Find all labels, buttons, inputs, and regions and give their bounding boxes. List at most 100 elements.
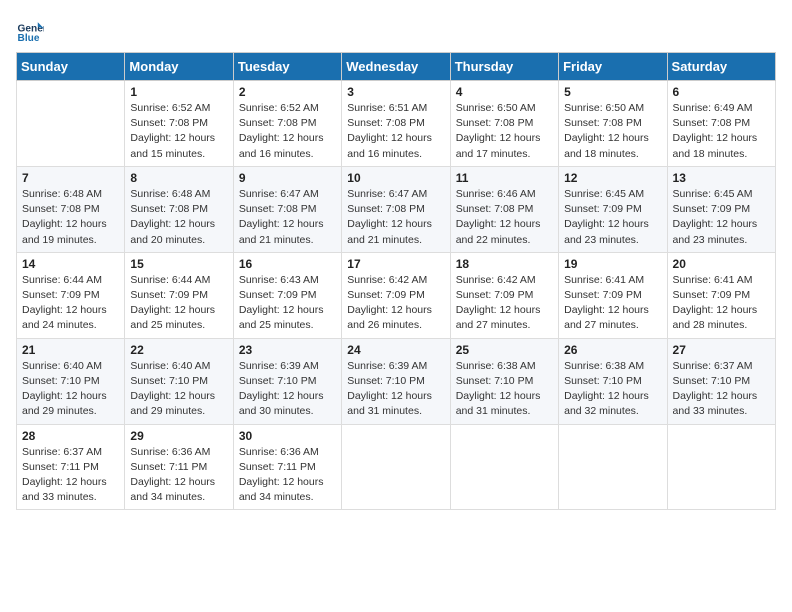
logo: General Blue [16, 16, 48, 44]
day-number: 30 [239, 429, 336, 443]
logo-icon: General Blue [16, 16, 44, 44]
day-number: 24 [347, 343, 444, 357]
calendar-cell [667, 424, 775, 510]
calendar-cell: 14 Sunrise: 6:44 AM Sunset: 7:09 PM Dayli… [17, 252, 125, 338]
days-header-row: SundayMondayTuesdayWednesdayThursdayFrid… [17, 53, 776, 81]
calendar-cell: 10 Sunrise: 6:47 AM Sunset: 7:08 PM Dayli… [342, 166, 450, 252]
calendar-table: SundayMondayTuesdayWednesdayThursdayFrid… [16, 52, 776, 510]
calendar-cell: 27 Sunrise: 6:37 AM Sunset: 7:10 PM Dayli… [667, 338, 775, 424]
day-info: Sunrise: 6:43 AM Sunset: 7:09 PM Dayligh… [239, 273, 336, 334]
week-row-1: 1 Sunrise: 6:52 AM Sunset: 7:08 PM Daylig… [17, 81, 776, 167]
calendar-cell: 1Sunrise: 6:52 AM Sunset: 7:08 PM Daylig… [125, 81, 233, 167]
day-number: 3 [347, 85, 444, 99]
day-header-thursday: Thursday [450, 53, 558, 81]
day-number: 2 [239, 85, 336, 99]
day-number: 16 [239, 257, 336, 271]
day-number: 9 [239, 171, 336, 185]
calendar-cell: 30 Sunrise: 6:36 AM Sunset: 7:11 PM Dayli… [233, 424, 341, 510]
calendar-cell: 17 Sunrise: 6:42 AM Sunset: 7:09 PM Dayli… [342, 252, 450, 338]
day-header-tuesday: Tuesday [233, 53, 341, 81]
day-info: Sunrise: 6:46 AM Sunset: 7:08 PM Dayligh… [456, 187, 553, 248]
calendar-cell: 12 Sunrise: 6:45 AM Sunset: 7:09 PM Dayli… [559, 166, 667, 252]
calendar-cell: 21 Sunrise: 6:40 AM Sunset: 7:10 PM Dayli… [17, 338, 125, 424]
day-info: Sunrise: 6:37 AM Sunset: 7:11 PM Dayligh… [22, 445, 119, 506]
day-info: Sunrise: 6:51 AM Sunset: 7:08 PM Dayligh… [347, 101, 444, 162]
day-info: Sunrise: 6:40 AM Sunset: 7:10 PM Dayligh… [22, 359, 119, 420]
calendar-cell: 19 Sunrise: 6:41 AM Sunset: 7:09 PM Dayli… [559, 252, 667, 338]
day-number: 14 [22, 257, 119, 271]
week-row-2: 7 Sunrise: 6:48 AM Sunset: 7:08 PM Daylig… [17, 166, 776, 252]
calendar-cell [17, 81, 125, 167]
day-header-sunday: Sunday [17, 53, 125, 81]
day-number: 27 [673, 343, 770, 357]
day-info: Sunrise: 6:44 AM Sunset: 7:09 PM Dayligh… [130, 273, 227, 334]
day-info: Sunrise: 6:41 AM Sunset: 7:09 PM Dayligh… [673, 273, 770, 334]
day-number: 15 [130, 257, 227, 271]
calendar-cell: 25Sunrise: 6:38 AM Sunset: 7:10 PM Dayli… [450, 338, 558, 424]
day-info: Sunrise: 6:50 AM Sunset: 7:08 PM Dayligh… [456, 101, 553, 162]
calendar-cell: 18Sunrise: 6:42 AM Sunset: 7:09 PM Dayli… [450, 252, 558, 338]
day-info: Sunrise: 6:38 AM Sunset: 7:10 PM Dayligh… [564, 359, 661, 420]
calendar-cell: 2 Sunrise: 6:52 AM Sunset: 7:08 PM Daylig… [233, 81, 341, 167]
calendar-cell: 9 Sunrise: 6:47 AM Sunset: 7:08 PM Daylig… [233, 166, 341, 252]
day-info: Sunrise: 6:44 AM Sunset: 7:09 PM Dayligh… [22, 273, 119, 334]
day-number: 17 [347, 257, 444, 271]
calendar-cell: 7 Sunrise: 6:48 AM Sunset: 7:08 PM Daylig… [17, 166, 125, 252]
day-info: Sunrise: 6:48 AM Sunset: 7:08 PM Dayligh… [22, 187, 119, 248]
day-info: Sunrise: 6:50 AM Sunset: 7:08 PM Dayligh… [564, 101, 661, 162]
calendar-header: SundayMondayTuesdayWednesdayThursdayFrid… [17, 53, 776, 81]
calendar-cell [342, 424, 450, 510]
calendar-cell: 13Sunrise: 6:45 AM Sunset: 7:09 PM Dayli… [667, 166, 775, 252]
calendar-cell: 20Sunrise: 6:41 AM Sunset: 7:09 PM Dayli… [667, 252, 775, 338]
day-number: 4 [456, 85, 553, 99]
day-info: Sunrise: 6:42 AM Sunset: 7:09 PM Dayligh… [347, 273, 444, 334]
calendar-body: 1 Sunrise: 6:52 AM Sunset: 7:08 PM Daylig… [17, 81, 776, 510]
day-number: 7 [22, 171, 119, 185]
day-number: 26 [564, 343, 661, 357]
calendar-cell: 24Sunrise: 6:39 AM Sunset: 7:10 PM Dayli… [342, 338, 450, 424]
day-number: 29 [130, 429, 227, 443]
day-info: Sunrise: 6:36 AM Sunset: 7:11 PM Dayligh… [239, 445, 336, 506]
calendar-cell [559, 424, 667, 510]
calendar-cell: 6 Sunrise: 6:49 AM Sunset: 7:08 PM Daylig… [667, 81, 775, 167]
day-number: 19 [564, 257, 661, 271]
day-number: 21 [22, 343, 119, 357]
day-info: Sunrise: 6:47 AM Sunset: 7:08 PM Dayligh… [239, 187, 336, 248]
calendar-cell: 15 Sunrise: 6:44 AM Sunset: 7:09 PM Dayli… [125, 252, 233, 338]
day-info: Sunrise: 6:52 AM Sunset: 7:08 PM Dayligh… [239, 101, 336, 162]
week-row-4: 21 Sunrise: 6:40 AM Sunset: 7:10 PM Dayli… [17, 338, 776, 424]
calendar-cell: 22Sunrise: 6:40 AM Sunset: 7:10 PM Dayli… [125, 338, 233, 424]
calendar-cell: 4 Sunrise: 6:50 AM Sunset: 7:08 PM Daylig… [450, 81, 558, 167]
day-number: 12 [564, 171, 661, 185]
day-number: 10 [347, 171, 444, 185]
day-number: 1 [130, 85, 227, 99]
calendar-cell: 16 Sunrise: 6:43 AM Sunset: 7:09 PM Dayli… [233, 252, 341, 338]
day-info: Sunrise: 6:41 AM Sunset: 7:09 PM Dayligh… [564, 273, 661, 334]
day-header-wednesday: Wednesday [342, 53, 450, 81]
week-row-5: 28Sunrise: 6:37 AM Sunset: 7:11 PM Dayli… [17, 424, 776, 510]
calendar-cell: 28Sunrise: 6:37 AM Sunset: 7:11 PM Dayli… [17, 424, 125, 510]
calendar-cell [450, 424, 558, 510]
day-number: 23 [239, 343, 336, 357]
calendar-cell: 23 Sunrise: 6:39 AM Sunset: 7:10 PM Dayli… [233, 338, 341, 424]
svg-text:Blue: Blue [18, 33, 40, 44]
calendar-cell: 3 Sunrise: 6:51 AM Sunset: 7:08 PM Daylig… [342, 81, 450, 167]
day-header-saturday: Saturday [667, 53, 775, 81]
day-number: 8 [130, 171, 227, 185]
day-info: Sunrise: 6:45 AM Sunset: 7:09 PM Dayligh… [673, 187, 770, 248]
week-row-3: 14 Sunrise: 6:44 AM Sunset: 7:09 PM Dayli… [17, 252, 776, 338]
calendar-cell: 11Sunrise: 6:46 AM Sunset: 7:08 PM Dayli… [450, 166, 558, 252]
day-info: Sunrise: 6:39 AM Sunset: 7:10 PM Dayligh… [239, 359, 336, 420]
day-info: Sunrise: 6:37 AM Sunset: 7:10 PM Dayligh… [673, 359, 770, 420]
calendar-cell: 5Sunrise: 6:50 AM Sunset: 7:08 PM Daylig… [559, 81, 667, 167]
day-number: 18 [456, 257, 553, 271]
day-info: Sunrise: 6:45 AM Sunset: 7:09 PM Dayligh… [564, 187, 661, 248]
day-info: Sunrise: 6:49 AM Sunset: 7:08 PM Dayligh… [673, 101, 770, 162]
calendar-cell: 29 Sunrise: 6:36 AM Sunset: 7:11 PM Dayli… [125, 424, 233, 510]
page-header: General Blue [16, 16, 776, 44]
day-number: 6 [673, 85, 770, 99]
day-info: Sunrise: 6:36 AM Sunset: 7:11 PM Dayligh… [130, 445, 227, 506]
day-info: Sunrise: 6:47 AM Sunset: 7:08 PM Dayligh… [347, 187, 444, 248]
day-number: 22 [130, 343, 227, 357]
day-info: Sunrise: 6:38 AM Sunset: 7:10 PM Dayligh… [456, 359, 553, 420]
